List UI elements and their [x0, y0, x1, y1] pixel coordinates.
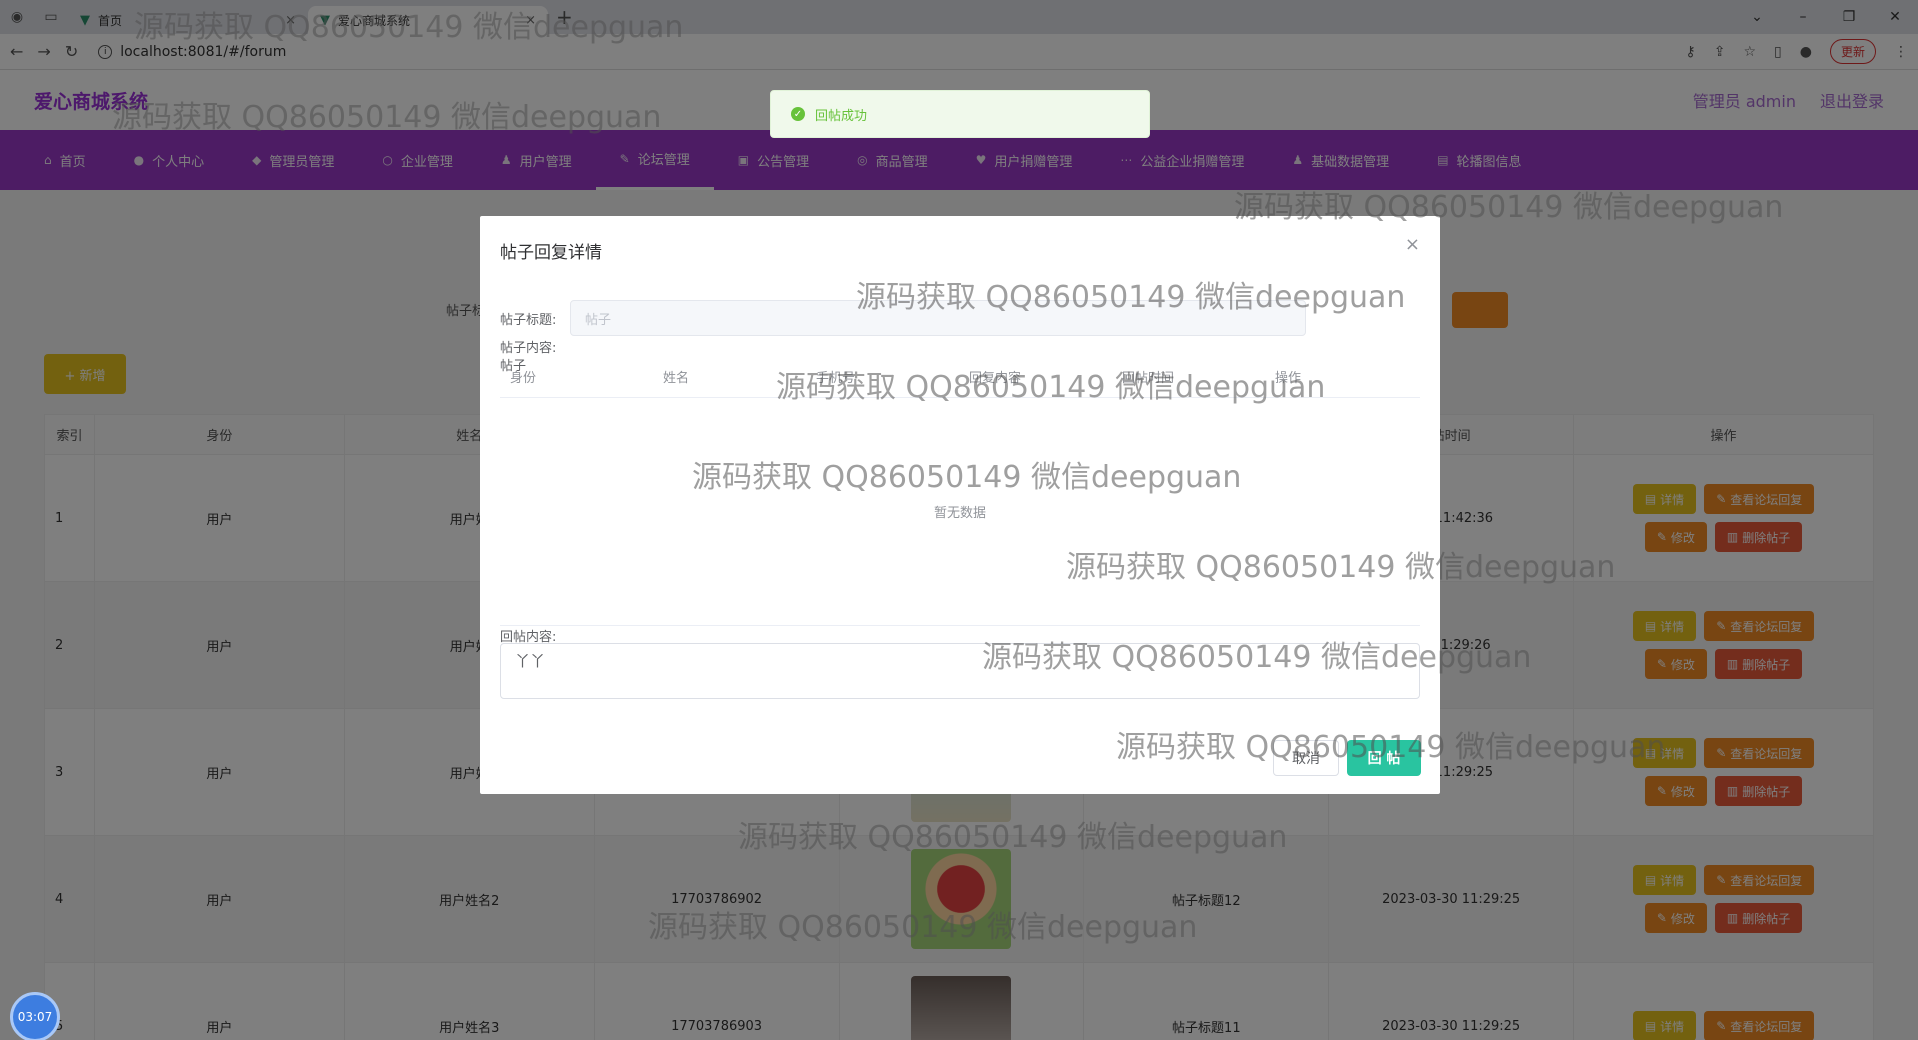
col-role: 身份: [510, 371, 537, 386]
watermark: 源码获取 QQ86050149 微信deepguan: [134, 10, 684, 45]
watermark: 源码获取 QQ86050149 微信deepguan: [1234, 190, 1784, 225]
empty-state: 暂无数据: [500, 398, 1420, 626]
success-toast: ✓ 回帖成功: [770, 90, 1150, 138]
post-content-label: 帖子内容:: [500, 341, 557, 356]
watermark: 源码获取 QQ86050149 微信deepguan: [856, 280, 1406, 315]
watermark: 源码获取 QQ86050149 微信deepguan: [1116, 730, 1666, 765]
watermark: 源码获取 QQ86050149 微信deepguan: [982, 640, 1532, 675]
watermark: 源码获取 QQ86050149 微信deepguan: [648, 910, 1198, 945]
watermark: 源码获取 QQ86050149 微信deepguan: [1066, 550, 1616, 585]
watermark: 源码获取 QQ86050149 微信deepguan: [776, 370, 1326, 405]
close-icon[interactable]: ×: [1405, 234, 1420, 255]
watermark: 源码获取 QQ86050149 微信deepguan: [738, 820, 1288, 855]
watermark: 源码获取 QQ86050149 微信deepguan: [112, 100, 662, 135]
toast-message: 回帖成功: [815, 108, 868, 124]
check-circle-icon: ✓: [791, 107, 805, 121]
watermark: 源码获取 QQ86050149 微信deepguan: [692, 460, 1242, 495]
dialog-title: 帖子回复详情: [500, 243, 602, 263]
recording-timer[interactable]: 03:07: [10, 992, 60, 1040]
post-title-label: 帖子标题:: [500, 313, 557, 328]
